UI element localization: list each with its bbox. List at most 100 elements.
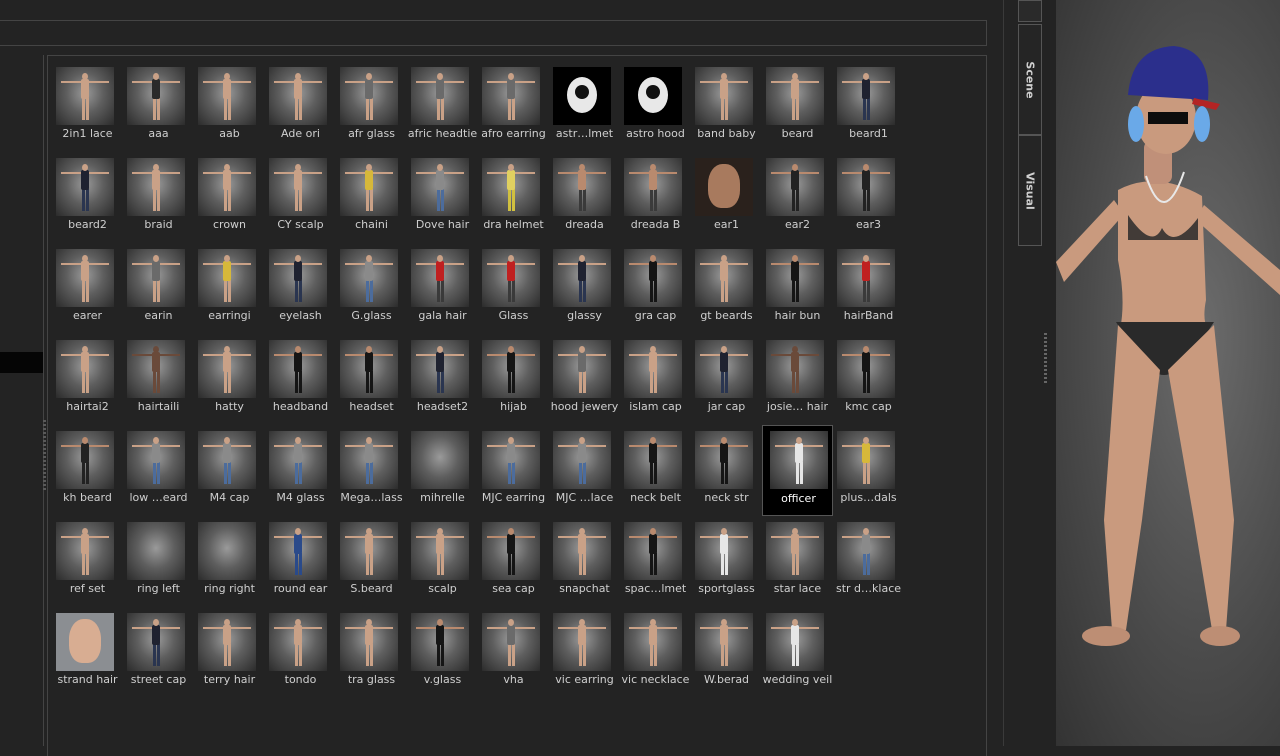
asset-tile[interactable]: Dove hair	[407, 152, 478, 243]
asset-tile[interactable]: chaini	[336, 152, 407, 243]
asset-tile[interactable]: hair bun	[762, 243, 833, 334]
asset-tile[interactable]: kh beard	[52, 425, 123, 516]
asset-tile[interactable]: sea cap	[478, 516, 549, 607]
asset-tile[interactable]: neck str	[691, 425, 762, 516]
asset-tile[interactable]: afr glass	[336, 61, 407, 152]
asset-tile[interactable]: ear3	[833, 152, 904, 243]
tab-visual[interactable]: Visual	[1018, 135, 1042, 246]
asset-tile[interactable]: plus…dals	[833, 425, 904, 516]
asset-tile[interactable]: headset	[336, 334, 407, 425]
asset-thumbnail	[127, 522, 185, 580]
asset-thumbnail	[269, 522, 327, 580]
asset-tile[interactable]: neck belt	[620, 425, 691, 516]
asset-tile[interactable]: ring left	[123, 516, 194, 607]
asset-tile[interactable]: ear1	[691, 152, 762, 243]
asset-tile[interactable]: M4 glass	[265, 425, 336, 516]
asset-tile[interactable]: S.beard	[336, 516, 407, 607]
asset-tile[interactable]: hijab	[478, 334, 549, 425]
asset-tile[interactable]: eyelash	[265, 243, 336, 334]
asset-tile[interactable]: hairtai2	[52, 334, 123, 425]
asset-tile[interactable]: officer	[762, 425, 833, 516]
asset-tile[interactable]: afric headtie	[407, 61, 478, 152]
asset-tile[interactable]: gala hair	[407, 243, 478, 334]
asset-tile[interactable]: glassy	[549, 243, 620, 334]
asset-tile[interactable]: Ade ori	[265, 61, 336, 152]
asset-tile[interactable]: hairtaili	[123, 334, 194, 425]
asset-tile[interactable]: beard2	[52, 152, 123, 243]
asset-tile[interactable]: low …eard	[123, 425, 194, 516]
asset-tile[interactable]: ring right	[194, 516, 265, 607]
asset-tile[interactable]: hatty	[194, 334, 265, 425]
asset-tile[interactable]: M4 cap	[194, 425, 265, 516]
figure-part	[436, 553, 444, 575]
asset-tile[interactable]: earringi	[194, 243, 265, 334]
asset-tile[interactable]: hood jewery	[549, 334, 620, 425]
asset-tile[interactable]: MJC …lace	[549, 425, 620, 516]
asset-tile[interactable]: snapchat	[549, 516, 620, 607]
asset-tile[interactable]: aab	[194, 61, 265, 152]
left-panel-selected-tab[interactable]	[0, 352, 43, 373]
asset-tile[interactable]: beard	[762, 61, 833, 152]
viewport-resize-handle[interactable]	[1044, 333, 1047, 385]
asset-label: neck str	[704, 491, 749, 504]
asset-tile[interactable]: gra cap	[620, 243, 691, 334]
asset-tile[interactable]: hairBand	[833, 243, 904, 334]
asset-tile[interactable]: ref set	[52, 516, 123, 607]
tab-scene[interactable]: Scene	[1018, 24, 1042, 135]
asset-tile[interactable]: ear2	[762, 152, 833, 243]
asset-tile[interactable]: spac…lmet	[620, 516, 691, 607]
asset-tile[interactable]: band baby	[691, 61, 762, 152]
asset-tile[interactable]: wedding veil	[762, 607, 833, 698]
asset-tile[interactable]: strand hair	[52, 607, 123, 698]
left-panel-resize-handle[interactable]	[43, 420, 46, 492]
asset-tile[interactable]: scalp	[407, 516, 478, 607]
asset-tile[interactable]: star lace	[762, 516, 833, 607]
figure-part	[508, 255, 514, 262]
asset-tile[interactable]: astr…lmet	[549, 61, 620, 152]
asset-tile[interactable]: headband	[265, 334, 336, 425]
asset-tile[interactable]: dreada	[549, 152, 620, 243]
asset-tile[interactable]: afro earring	[478, 61, 549, 152]
top-search-bar[interactable]	[0, 20, 987, 46]
asset-tile[interactable]: headset2	[407, 334, 478, 425]
asset-tile[interactable]: vic earring	[549, 607, 620, 698]
side-tab-top-button[interactable]	[1018, 0, 1042, 22]
asset-tile[interactable]: dra helmet	[478, 152, 549, 243]
asset-tile[interactable]: v.glass	[407, 607, 478, 698]
asset-tile[interactable]: sportglass	[691, 516, 762, 607]
asset-tile[interactable]: earer	[52, 243, 123, 334]
asset-tile[interactable]: vic necklace	[620, 607, 691, 698]
figure-part	[436, 644, 444, 666]
asset-tile[interactable]: earin	[123, 243, 194, 334]
asset-tile[interactable]: astro hood	[620, 61, 691, 152]
asset-tile[interactable]: josie… hair	[762, 334, 833, 425]
asset-tile[interactable]: tondo	[265, 607, 336, 698]
asset-tile[interactable]: crown	[194, 152, 265, 243]
asset-tile[interactable]: round ear	[265, 516, 336, 607]
figure-part	[650, 437, 656, 444]
asset-tile[interactable]: beard1	[833, 61, 904, 152]
asset-tile[interactable]: aaa	[123, 61, 194, 152]
asset-tile[interactable]: tra glass	[336, 607, 407, 698]
asset-tile[interactable]: CY scalp	[265, 152, 336, 243]
asset-tile[interactable]: kmc cap	[833, 334, 904, 425]
asset-tile[interactable]: gt beards	[691, 243, 762, 334]
asset-tile[interactable]: dreada B	[620, 152, 691, 243]
asset-tile[interactable]: W.berad	[691, 607, 762, 698]
asset-tile[interactable]: islam cap	[620, 334, 691, 425]
asset-tile[interactable]: str d…klace	[833, 516, 904, 607]
asset-tile[interactable]: Mega…lass	[336, 425, 407, 516]
asset-tile[interactable]: Glass	[478, 243, 549, 334]
figure-part	[294, 79, 302, 99]
asset-tile[interactable]: jar cap	[691, 334, 762, 425]
asset-tile[interactable]: 2in1 lace	[52, 61, 123, 152]
asset-tile[interactable]: G.glass	[336, 243, 407, 334]
asset-tile[interactable]: MJC earring	[478, 425, 549, 516]
asset-tile[interactable]: braid	[123, 152, 194, 243]
asset-label: beard1	[849, 127, 888, 140]
3d-viewport[interactable]	[1056, 0, 1280, 746]
asset-tile[interactable]: mihrelle	[407, 425, 478, 516]
asset-tile[interactable]: terry hair	[194, 607, 265, 698]
asset-tile[interactable]: street cap	[123, 607, 194, 698]
asset-tile[interactable]: vha	[478, 607, 549, 698]
